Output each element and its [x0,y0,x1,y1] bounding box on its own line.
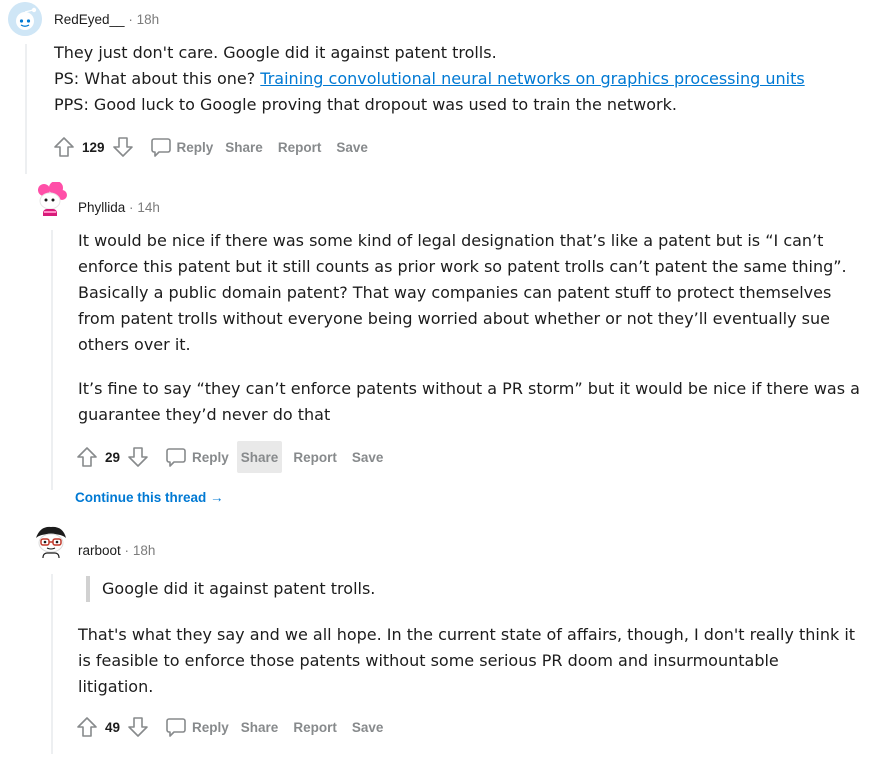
arrow-right-icon: → [210,490,224,505]
comment-meta: rarboot · 18h [78,541,155,561]
body-line: PS: What about this one? Training convol… [54,66,805,92]
author-name[interactable]: RedEyed__ [54,12,125,27]
comment-body: That's what they say and we all hope. In… [78,622,855,700]
comment-bubble-icon [150,138,171,157]
author-name[interactable]: rarboot [78,543,121,558]
body-line: is feasible to enforce those patents wit… [78,651,779,670]
thread-line[interactable] [25,44,27,174]
vote-score: 129 [82,139,105,155]
snoo-avatar-icon [8,2,42,36]
thread-line[interactable] [51,574,53,754]
comment-age[interactable]: 18h [133,543,156,558]
share-button[interactable]: Share [237,711,283,743]
share-button[interactable]: Share [236,441,283,473]
downvote-icon[interactable] [111,135,135,159]
reply-label: Reply [176,139,214,155]
body-line: Basically a public domain patent? That w… [78,283,832,302]
avatar[interactable] [34,182,68,216]
save-button[interactable]: Save [348,441,388,473]
comment-meta: RedEyed__ · 18h [54,10,159,30]
comment-body: They just don't care. Google did it agai… [54,40,805,118]
meta-separator: · [129,200,134,215]
body-text: PS: What about this one? [54,69,261,88]
body-line: guarantee they’d never do that [78,405,331,424]
body-line: from patent trolls without everyone bein… [78,309,830,328]
goggles-snoo-avatar-icon [36,526,66,558]
avatar[interactable] [8,2,42,36]
avatar[interactable] [32,524,66,558]
comment-actions: 129 Reply Share Report Save [52,131,379,163]
vote-score: 49 [105,719,121,735]
reply-button[interactable]: Reply [145,131,218,163]
body-line: They just don't care. Google did it agai… [54,43,497,62]
comment-actions: 49 Reply Share Report Save [75,711,394,743]
meta-separator: · [124,543,130,558]
blockquote: Google did it against patent trolls. [86,576,375,602]
pink-snoo-avatar-icon [38,182,67,216]
body-line: It’s fine to say “they can’t enforce pat… [78,379,860,398]
comment-body: It would be nice if there was some kind … [78,228,860,428]
report-button[interactable]: Report [289,711,341,743]
thread-line[interactable] [51,230,53,490]
downvote-icon[interactable] [126,715,150,739]
report-button[interactable]: Report [274,131,326,163]
continue-thread-label: Continue this thread [75,490,207,505]
upvote-icon[interactable] [52,135,76,159]
body-line: It would be nice if there was some kind … [78,231,824,250]
upvote-icon[interactable] [75,445,99,469]
comment-actions: 29 Reply Share Report Save [75,441,394,473]
reply-label: Reply [192,449,229,465]
comment-meta: Phyllida · 14h [78,198,160,218]
paper-link[interactable]: Training convolutional neural networks o… [260,69,804,88]
share-button[interactable]: Share [221,131,267,163]
downvote-icon[interactable] [126,445,150,469]
report-button[interactable]: Report [289,441,341,473]
comment-age[interactable]: 18h [137,12,160,27]
continue-thread-link[interactable]: Continue this thread → [75,490,224,505]
comment-age[interactable]: 14h [137,200,160,215]
reply-button[interactable]: Reply [160,711,233,743]
body-line: enforce this patent but it still counts … [78,257,847,276]
body-line: litigation. [78,677,154,696]
body-line: others over it. [78,335,191,354]
vote-score: 29 [105,449,121,465]
author-name[interactable]: Phyllida [78,200,125,215]
save-button[interactable]: Save [332,131,372,163]
reply-label: Reply [192,719,229,735]
upvote-icon[interactable] [75,715,99,739]
reply-button[interactable]: Reply [160,441,233,473]
comment-bubble-icon [166,448,186,467]
save-button[interactable]: Save [348,711,388,743]
meta-separator: · [128,12,133,27]
comment-bubble-icon [166,718,186,737]
body-line: That's what they say and we all hope. In… [78,625,856,644]
body-line: PPS: Good luck to Google proving that dr… [54,95,677,114]
